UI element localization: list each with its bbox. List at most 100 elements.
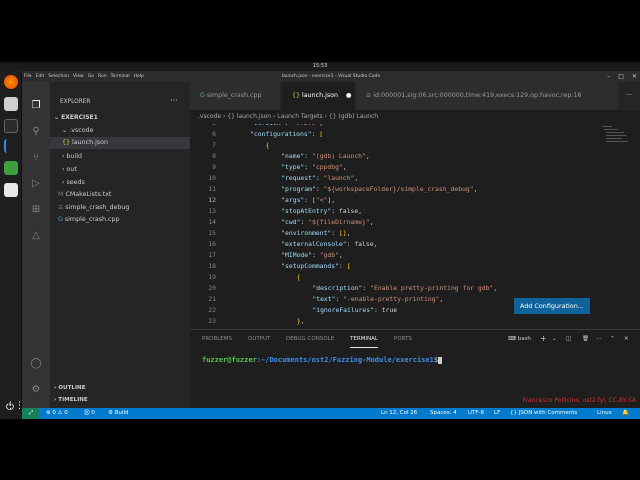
code-line[interactable]: "description": "Enable pretty-printing f… <box>312 284 497 292</box>
split-terminal-icon[interactable]: ◫ <box>566 330 571 348</box>
cmake-file-icon: M <box>58 191 64 198</box>
code-line[interactable]: "environment": [], <box>281 229 350 237</box>
menu-edit[interactable]: Edit <box>36 71 45 82</box>
code-line[interactable]: "ignoreFailures": true <box>312 306 397 314</box>
files-icon[interactable] <box>4 97 18 111</box>
notifications-icon[interactable]: 🔔 <box>622 408 629 419</box>
breadcrumb-gdb-launch[interactable]: {} (gdb) Launch <box>329 113 378 120</box>
code-line[interactable]: "type": "cppdbg", <box>281 163 346 171</box>
problems-status[interactable]: ⊗ 0 ⚠ 0 <box>46 408 68 419</box>
remote-icon[interactable]: ⤢ <box>22 408 40 419</box>
menu-selection[interactable]: Selection <box>48 71 69 82</box>
menu-go[interactable]: Go <box>88 71 94 82</box>
new-terminal-icon[interactable]: + <box>540 330 547 348</box>
os-indicator[interactable]: Linux <box>597 408 612 419</box>
search-icon[interactable]: ⚲ <box>30 126 42 138</box>
minimap[interactable] <box>600 124 630 184</box>
code-line[interactable]: "setupCommands": [ <box>281 262 350 270</box>
code-line[interactable]: "cwd": "${fileDirname}", <box>281 218 373 226</box>
ubuntu-power-icon[interactable]: ⏻ <box>2 400 18 416</box>
breadcrumb-launch-targets[interactable]: Launch Targets <box>277 113 322 120</box>
editor-more-icon[interactable]: ··· <box>620 82 640 110</box>
tab-output[interactable]: OUTPUT <box>248 330 270 348</box>
breadcrumb-launch-json[interactable]: {} launch.json <box>227 113 271 120</box>
close-icon[interactable]: ✕ <box>632 71 637 82</box>
ports-status[interactable]: ⛒ 0 <box>84 408 95 419</box>
menu-run[interactable]: Run <box>98 71 107 82</box>
firefox-icon[interactable] <box>4 75 18 89</box>
folder-out[interactable]: › out <box>62 164 77 176</box>
language-mode[interactable]: {} JSON with Comments <box>510 408 577 419</box>
folder-build[interactable]: › build <box>62 151 82 163</box>
menu-terminal[interactable]: Terminal <box>111 71 130 82</box>
tab-terminal[interactable]: TERMINAL <box>350 330 378 348</box>
file-cmakelists[interactable]: M CMakeLists.txt <box>58 189 111 201</box>
clock[interactable]: 15:53 <box>313 63 327 69</box>
tab-debug-console[interactable]: DEBUG CONSOLE <box>286 330 334 348</box>
explorer-more-icon[interactable]: ··· <box>170 95 178 107</box>
file-launch-json[interactable]: {} launch.json <box>50 137 190 149</box>
code-line[interactable]: { <box>266 141 270 149</box>
cursor-position[interactable]: Ln 12, Col 26 <box>381 408 417 419</box>
tab-ports[interactable]: PORTS <box>394 330 412 348</box>
vscode-icon[interactable] <box>4 139 18 153</box>
code-line[interactable]: "program": "${workspaceFolder}/simple_cr… <box>281 185 477 193</box>
menu-view[interactable]: View <box>73 71 84 82</box>
spreadsheet-icon[interactable] <box>4 161 18 175</box>
code-line[interactable]: "externalConsole": false, <box>281 240 377 248</box>
source-control-icon[interactable]: ⑂ <box>30 152 42 164</box>
terminal-dropdown-icon[interactable]: ⌄ <box>552 330 557 348</box>
code-line[interactable]: "stopAtEntry": false, <box>281 207 362 215</box>
tab-launch-json[interactable]: {} launch.json ● <box>282 82 354 110</box>
indentation[interactable]: Spaces: 4 <box>430 408 457 419</box>
code-line[interactable]: { <box>297 273 301 281</box>
timeline-section[interactable]: › TIMELINE <box>54 394 88 406</box>
close-panel-icon[interactable]: ✕ <box>624 330 629 348</box>
outline-section[interactable]: › OUTLINE <box>54 382 86 394</box>
code-line[interactable]: }, <box>297 317 305 325</box>
code-line[interactable]: "args": ["<"], <box>281 196 335 204</box>
explorer-icon[interactable]: ❐ <box>30 100 42 112</box>
maximize-panel-icon[interactable]: ⌃ <box>610 330 615 348</box>
breadcrumb-vscode[interactable]: .vscode <box>198 113 221 120</box>
code-line[interactable]: "request": "launch", <box>281 174 358 182</box>
menu-help[interactable]: Help <box>134 71 144 82</box>
build-status-button[interactable]: ⚙ Build <box>108 408 129 419</box>
panel-more-icon[interactable]: ··· <box>596 330 601 348</box>
tab-simple-crash-cpp[interactable]: G simple_crash.cpp <box>190 82 280 110</box>
file-simple-crash-cpp[interactable]: G simple_crash.cpp <box>58 214 119 226</box>
encoding[interactable]: UTF-8 <box>468 408 484 419</box>
terminal-output[interactable]: fuzzer@fuzzer:~/Documents/ost2/Fuzzing-M… <box>202 356 443 364</box>
terminal-shell[interactable]: ⌨ bash <box>508 330 531 348</box>
terminal-icon[interactable] <box>4 119 18 133</box>
extensions-icon[interactable]: ⊞ <box>30 204 42 216</box>
folder-vscode[interactable]: ⌄ .vscode <box>62 125 93 137</box>
text-file-icon: ≡ <box>366 92 372 99</box>
folder-seeds[interactable]: › seeds <box>62 177 85 189</box>
kill-terminal-icon[interactable]: 🗑 <box>582 330 589 348</box>
code-line[interactable]: "MIMode": "gdb", <box>281 251 343 259</box>
title-bar: launch.json - exercise1 - Visual Studio … <box>22 71 640 82</box>
settings-gear-icon[interactable]: ⚙ <box>30 384 42 396</box>
cmake-icon[interactable]: △ <box>30 230 42 242</box>
menu-file[interactable]: File <box>24 71 32 82</box>
workspace-root[interactable]: ⌄ EXERCISE1 <box>54 112 98 124</box>
minimize-icon[interactable]: – <box>607 71 610 82</box>
code-line[interactable]: "configurations": [ <box>250 130 323 138</box>
maximize-icon[interactable]: □ <box>618 71 624 82</box>
tab-crash-input[interactable]: ≡ id:000001,sig:06,src:000000,time:419,e… <box>356 82 618 110</box>
add-configuration-button[interactable]: Add Configuration... <box>514 298 590 314</box>
code-line[interactable]: "text": "-enable-pretty-printing", <box>312 295 443 303</box>
file-simple-crash-debug[interactable]: ≡ simple_crash_debug <box>58 202 129 214</box>
line-number: 6 <box>212 130 216 138</box>
code-line[interactable]: "name": "(gdb) Launch", <box>281 152 370 160</box>
run-debug-icon[interactable]: ▷ <box>30 178 42 190</box>
folder-seeds-label: seeds <box>66 179 85 186</box>
unsaved-dot-icon[interactable]: ● <box>346 92 352 99</box>
code-line[interactable]: "version": "0.2.0", <box>250 124 323 127</box>
account-icon[interactable]: ◯ <box>30 358 42 370</box>
code-editor[interactable]: 5 6 7 8 9 10 11 12 13 14 15 16 17 18 19 20 21 22 23 "versi… <box>190 124 640 329</box>
tab-problems[interactable]: PROBLEMS <box>202 330 232 348</box>
disk-icon[interactable] <box>4 183 18 197</box>
line-ending[interactable]: LF <box>494 408 500 419</box>
